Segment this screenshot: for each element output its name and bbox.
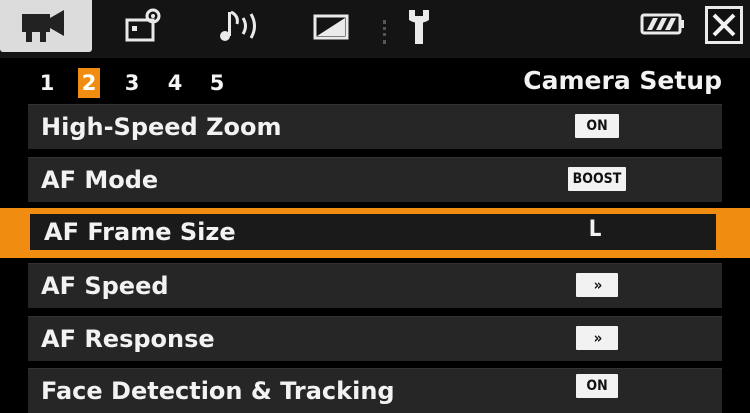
menu-item-af-speed[interactable]: AF Speed » <box>28 263 722 308</box>
close-icon <box>712 13 736 37</box>
menu-item-label: AF Frame Size <box>44 218 236 246</box>
menu-item-af-frame-size[interactable]: AF Frame Size L <box>0 208 750 258</box>
menu-item-label: Face Detection & Tracking <box>41 377 395 405</box>
tab-audio[interactable] <box>208 0 272 52</box>
menu-item-value: BOOST <box>568 167 626 191</box>
menu-item-value: ON <box>576 374 618 398</box>
page-selector: 1 2 3 4 5 Camera Setup <box>0 60 750 104</box>
menu-item-value: » <box>576 273 618 297</box>
page-1[interactable]: 1 <box>36 68 58 98</box>
close-button[interactable] <box>705 6 743 44</box>
camera-icon <box>22 10 64 42</box>
display-icon <box>313 14 349 40</box>
menu-tab-bar <box>0 0 750 58</box>
menu-item-af-mode[interactable]: AF Mode BOOST <box>28 157 722 202</box>
menu-item-label: AF Speed <box>41 272 169 300</box>
selected-row-inner: AF Frame Size L <box>30 214 716 250</box>
tab-camera-settings[interactable] <box>113 0 173 52</box>
page-5[interactable]: 5 <box>206 68 228 98</box>
battery-icon <box>640 12 686 36</box>
page-4[interactable]: 4 <box>164 68 186 98</box>
tab-camera[interactable] <box>0 0 92 52</box>
menu-item-af-response[interactable]: AF Response » <box>28 316 722 361</box>
page-3[interactable]: 3 <box>121 68 143 98</box>
menu-item-label: AF Mode <box>41 166 159 194</box>
camera-settings-icon <box>125 8 161 42</box>
menu-item-label: AF Response <box>41 325 215 353</box>
menu-item-value: L <box>588 217 602 242</box>
tab-setup[interactable] <box>395 0 443 52</box>
tab-separator <box>383 20 390 44</box>
menu-item-label: High-Speed Zoom <box>41 113 282 141</box>
audio-icon <box>220 10 256 41</box>
tab-display[interactable] <box>303 0 359 52</box>
menu-item-value: » <box>576 326 618 350</box>
menu-item-value: ON <box>575 114 619 138</box>
page-2[interactable]: 2 <box>78 68 100 98</box>
menu-item-high-speed-zoom[interactable]: High-Speed Zoom ON <box>28 104 722 149</box>
section-title: Camera Setup <box>523 66 722 95</box>
wrench-icon <box>409 10 429 44</box>
menu-item-face-detection-tracking[interactable]: Face Detection & Tracking ON <box>28 368 722 413</box>
